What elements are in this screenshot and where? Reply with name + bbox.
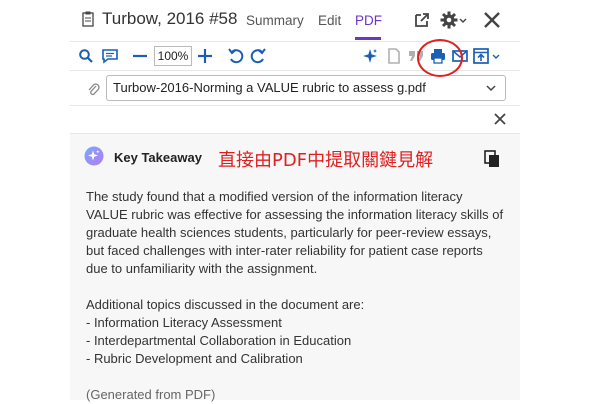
close-icon[interactable] [482, 10, 502, 30]
pdf-file-name: Turbow-2016-Norming a VALUE rubric to as… [113, 80, 426, 95]
summary-line: The study found that a modified version … [86, 189, 463, 204]
copy-icon[interactable] [484, 150, 500, 168]
paperclip-icon [88, 83, 100, 96]
ai-sparkle-icon[interactable] [360, 46, 380, 66]
summary-line: due to unfamiliarity with the assignment… [86, 261, 318, 276]
summary-line: but faced challenges with inter-rater re… [86, 243, 483, 258]
chevron-down-icon [486, 85, 496, 92]
panel-header: Turbow, 2016 #58 Summary Edit PDF [70, 0, 520, 40]
generated-note: (Generated from PDF) [86, 387, 216, 402]
open-external-icon[interactable] [412, 10, 432, 30]
comment-icon[interactable] [100, 46, 120, 66]
rotate-left-icon[interactable] [226, 46, 246, 66]
reference-title: Turbow, 2016 #58 [102, 9, 238, 28]
summary-line: VALUE rubric was effective for assessing… [86, 207, 504, 222]
takeaway-close-row [70, 105, 520, 134]
gear-icon[interactable] [440, 10, 468, 30]
search-icon[interactable] [78, 46, 94, 66]
pdf-file-select[interactable]: Turbow-2016-Norming a VALUE rubric to as… [106, 75, 506, 101]
summary-line: graduate health sciences students, parti… [86, 225, 492, 240]
topic-item: - Interdepartmental Collaboration in Edu… [86, 333, 352, 348]
rotate-right-icon[interactable] [248, 46, 268, 66]
tab-summary[interactable]: Summary [246, 13, 304, 28]
key-takeaway-body: The study found that a modified version … [86, 188, 511, 404]
tab-pdf[interactable]: PDF [355, 13, 382, 28]
active-tab-indicator [355, 37, 381, 40]
topic-item: - Information Literacy Assessment [86, 315, 282, 330]
attachment-row: Turbow-2016-Norming a VALUE rubric to as… [70, 70, 520, 106]
ai-badge-icon [84, 146, 104, 166]
key-takeaway-card: Key Takeaway 直接由PDF中提取關鍵見解 The study fou… [70, 134, 520, 402]
page-icon[interactable] [384, 46, 404, 66]
reference-panel: Turbow, 2016 #58 Summary Edit PDF 100% T… [70, 0, 520, 402]
topics-intro: Additional topics discussed in the docum… [86, 297, 365, 312]
zoom-out-icon[interactable] [130, 46, 150, 66]
close-takeaway-icon[interactable] [494, 113, 506, 125]
zoom-in-icon[interactable] [195, 46, 215, 66]
topic-item: - Rubric Development and Calibration [86, 351, 303, 366]
key-takeaway-title: Key Takeaway [114, 150, 202, 165]
tab-edit[interactable]: Edit [318, 13, 341, 28]
annotation-caption: 直接由PDF中提取關鍵見解 [218, 150, 434, 171]
zoom-level-field[interactable]: 100% [154, 46, 192, 66]
annotation-circle [417, 39, 463, 77]
export-icon[interactable] [472, 46, 502, 66]
document-icon [82, 11, 94, 27]
